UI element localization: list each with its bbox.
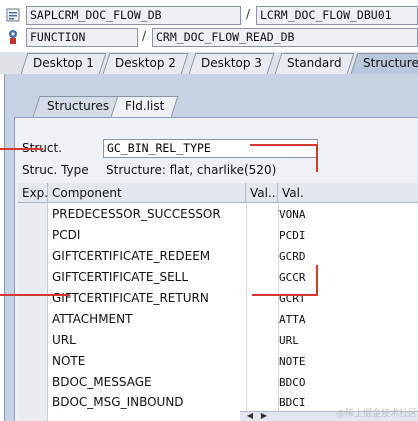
annotation-line — [252, 294, 318, 296]
tab-structures[interactable]: Structures — [350, 53, 418, 74]
main-program-field[interactable]: SAPLCRM_DOC_FLOW_DB — [26, 6, 241, 25]
table-row[interactable]: URL URL — [48, 330, 418, 351]
component-value: GCRD — [279, 250, 306, 263]
component-value: NOTE — [279, 355, 306, 368]
component-name: PCDI — [52, 228, 81, 242]
annotation-line — [316, 144, 318, 172]
table-row[interactable]: GIFTCERTIFICATE_REDEEM GCRD — [48, 246, 418, 267]
subtab-structures[interactable]: Structures — [32, 96, 124, 117]
annotation-line — [316, 265, 318, 295]
struct-type-value: Structure: flat, charlike(520) — [106, 163, 277, 177]
annotation-line — [0, 148, 43, 150]
component-value: VONA — [279, 208, 306, 221]
function-module-icon — [6, 29, 20, 45]
watermark: @稀土掘金技术社区 — [336, 409, 418, 419]
column-header-val-hex[interactable]: Val... — [246, 183, 278, 203]
component-value: URL — [279, 334, 299, 347]
subtab-fld-list[interactable]: Fld.list — [110, 96, 179, 117]
program-icon — [6, 8, 20, 24]
component-name: BDOC_MESSAGE — [52, 375, 152, 389]
expand-column — [18, 203, 48, 421]
component-name: BDOC_MSG_INBOUND — [52, 395, 184, 409]
arrow-right-icon[interactable]: ▶ — [258, 411, 270, 421]
include-field[interactable]: LCRM_DOC_FLOW_DBU01 — [256, 6, 418, 25]
annotation-line — [0, 294, 70, 296]
table-row[interactable]: NOTE NOTE — [48, 351, 418, 372]
struct-type-label: Struc. Type — [22, 163, 89, 177]
column-header-exp[interactable]: Exp. — [18, 183, 48, 203]
column-header-val[interactable]: Val. — [278, 183, 418, 203]
table-row[interactable]: BDOC_MESSAGE BDCO — [48, 372, 418, 393]
component-value: ATTA — [279, 313, 306, 326]
column-header-component[interactable]: Component — [48, 183, 246, 203]
component-value: BDCI — [279, 396, 306, 409]
table-row[interactable]: GIFTCERTIFICATE_RETURN GCRT — [48, 288, 418, 309]
component-value: BDCO — [279, 376, 306, 389]
component-name: URL — [52, 333, 76, 347]
tab-standard[interactable]: Standard — [274, 53, 355, 74]
function-name-field[interactable]: CRM_DOC_FLOW_READ_DB — [152, 28, 418, 47]
arrow-left-icon[interactable]: ◀ — [244, 411, 256, 421]
table-row[interactable]: ATTACHMENT ATTA — [48, 309, 418, 330]
tab-desktop-3[interactable]: Desktop 3 — [188, 53, 275, 74]
tab-desktop-1[interactable]: Desktop 1 — [20, 53, 107, 74]
component-name: ATTACHMENT — [52, 312, 133, 326]
annotation-line — [250, 144, 318, 146]
object-type-field[interactable]: FUNCTION — [26, 28, 138, 47]
struct-input[interactable]: GC_BIN_REL_TYPE — [103, 139, 318, 158]
component-name: GIFTCERTIFICATE_REDEEM — [52, 249, 211, 263]
component-name: NOTE — [52, 354, 86, 368]
table-row[interactable]: PCDI PCDI — [48, 225, 418, 246]
component-name: GIFTCERTIFICATE_SELL — [52, 270, 189, 284]
component-value: PCDI — [279, 229, 306, 242]
separator: / — [246, 7, 251, 21]
separator: / — [142, 29, 147, 43]
component-value: GCCR — [279, 271, 306, 284]
component-value: GCRT — [279, 292, 306, 305]
component-name: PREDECESSOR_SUCCESSOR — [52, 207, 221, 221]
component-name: GIFTCERTIFICATE_RETURN — [52, 291, 209, 305]
table-row[interactable]: PREDECESSOR_SUCCESSOR VONA — [48, 204, 418, 225]
tab-desktop-2[interactable]: Desktop 2 — [102, 53, 189, 74]
table-row[interactable]: GIFTCERTIFICATE_SELL GCCR — [48, 267, 418, 288]
